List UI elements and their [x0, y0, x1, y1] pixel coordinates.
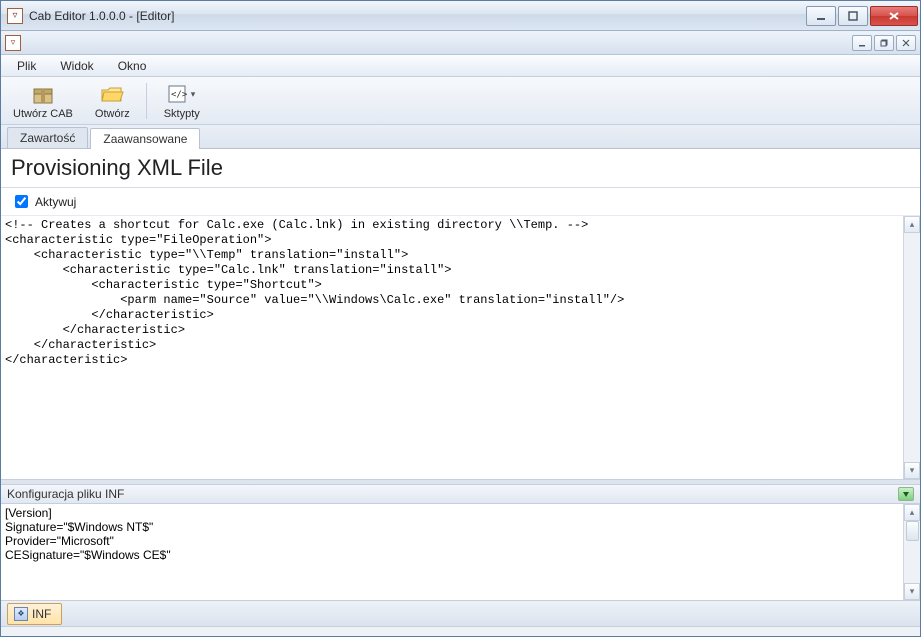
restore-icon [880, 39, 888, 47]
lower-panel: Konfiguracja pliku INF [Version] Signatu… [1, 480, 920, 626]
mdi-titlebar: ▿ [1, 31, 920, 55]
main-area: Provisioning XML File Aktywuj <!-- Creat… [1, 149, 920, 480]
minimize-icon [816, 11, 826, 21]
lower-toggle-button[interactable] [898, 487, 914, 501]
menu-window[interactable]: Okno [110, 57, 155, 75]
minimize-icon [858, 39, 866, 47]
tab-content[interactable]: Zawartość [7, 127, 88, 148]
app-window: ▿ Cab Editor 1.0.0.0 - [Editor] ▿ [0, 0, 921, 637]
tab-advanced[interactable]: Zaawansowane [90, 128, 200, 149]
scroll-up-icon[interactable]: ▴ [904, 504, 920, 521]
section-title: Provisioning XML File [1, 149, 920, 188]
scripts-button[interactable]: </> ▾ Sktypty [157, 80, 207, 122]
lower-body: [Version] Signature="$Windows NT$" Provi… [1, 504, 920, 600]
scroll-thumb[interactable] [906, 521, 919, 541]
mdi-restore-button[interactable] [874, 35, 894, 51]
window-title: Cab Editor 1.0.0.0 - [Editor] [29, 9, 174, 23]
status-strip [1, 626, 920, 636]
xml-editor[interactable]: <!-- Creates a shortcut for Calc.exe (Ca… [1, 216, 903, 479]
mdi-close-button[interactable] [896, 35, 916, 51]
app-icon: ▿ [7, 8, 23, 24]
menu-file[interactable]: Plik [9, 57, 44, 75]
box-icon [30, 83, 56, 105]
script-icon: </> [166, 83, 188, 105]
scroll-down-icon[interactable]: ▾ [904, 583, 920, 600]
mdi-app-icon: ▿ [5, 35, 21, 51]
editor-wrap: <!-- Creates a shortcut for Calc.exe (Ca… [1, 216, 920, 479]
activate-row: Aktywuj [1, 188, 920, 216]
close-icon [888, 11, 900, 21]
create-cab-label: Utwórz CAB [13, 108, 73, 120]
titlebar: ▿ Cab Editor 1.0.0.0 - [Editor] [1, 1, 920, 31]
scripts-label: Sktypty [164, 108, 200, 120]
menu-view[interactable]: Widok [52, 57, 101, 75]
toolbar-separator [146, 83, 147, 119]
tab-inf[interactable]: ❖ INF [7, 603, 62, 625]
open-button[interactable]: Otwórz [89, 80, 136, 122]
close-icon [902, 39, 910, 47]
scroll-up-icon[interactable]: ▴ [904, 216, 920, 233]
arrow-down-icon [902, 490, 910, 498]
tabstrip: Zawartość Zaawansowane [1, 125, 920, 149]
open-label: Otwórz [95, 108, 130, 120]
activate-label: Aktywuj [35, 195, 76, 209]
folder-open-icon [99, 83, 125, 105]
maximize-button[interactable] [838, 6, 868, 26]
scroll-down-icon[interactable]: ▾ [904, 462, 920, 479]
close-button[interactable] [870, 6, 918, 26]
toolbar: Utwórz CAB Otwórz </> ▾ [1, 77, 920, 125]
maximize-icon [848, 11, 858, 21]
tab-inf-label: INF [32, 607, 51, 621]
chevron-down-icon[interactable]: ▾ [191, 89, 201, 100]
lower-title: Konfiguracja pliku INF [7, 487, 124, 501]
svg-text:</>: </> [171, 90, 188, 100]
inf-file-icon: ❖ [14, 607, 28, 621]
bottom-tabstrip: ❖ INF [1, 600, 920, 626]
editor-scrollbar[interactable]: ▴ ▾ [903, 216, 920, 479]
create-cab-button[interactable]: Utwórz CAB [7, 80, 79, 122]
lower-header: Konfiguracja pliku INF [1, 484, 920, 504]
menubar: Plik Widok Okno [1, 55, 920, 77]
inf-editor[interactable]: [Version] Signature="$Windows NT$" Provi… [1, 504, 903, 600]
lower-scrollbar[interactable]: ▴ ▾ [903, 504, 920, 600]
minimize-button[interactable] [806, 6, 836, 26]
mdi-minimize-button[interactable] [852, 35, 872, 51]
activate-checkbox[interactable] [15, 195, 28, 208]
